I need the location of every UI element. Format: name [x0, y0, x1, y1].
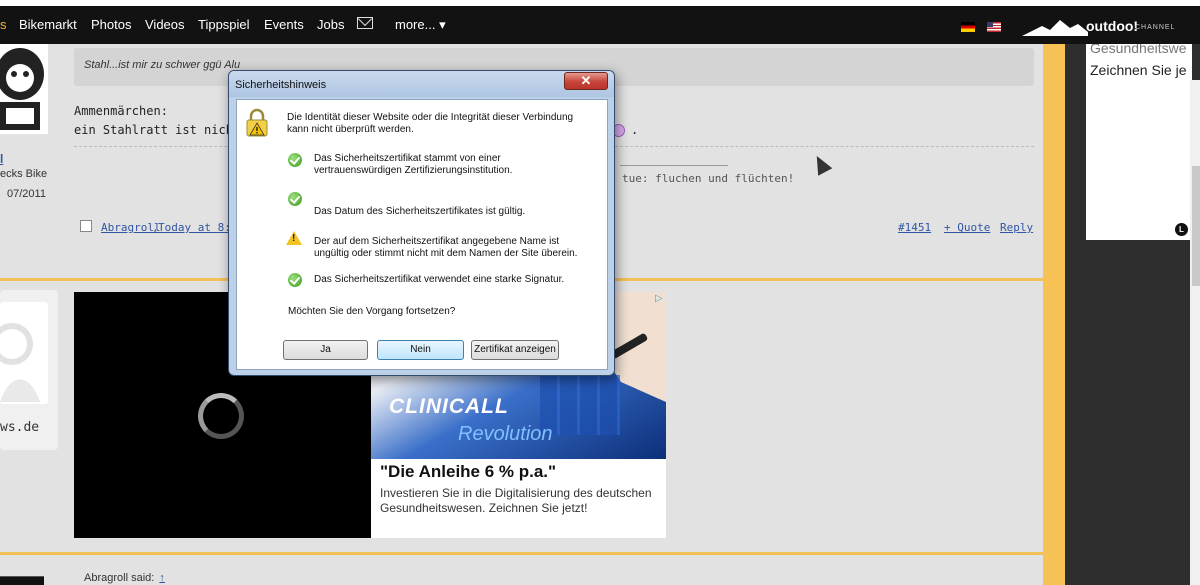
- dialog-item-4: Das Sicherheitszertifikat verwendet eine…: [314, 274, 565, 285]
- dialog-item-1-line-1: Das Sicherheitszertifikat stammt von ein…: [314, 153, 501, 164]
- user-bike: ecks Bike: [0, 168, 48, 180]
- username-link[interactable]: l: [0, 152, 3, 166]
- sidebar-badge-icon[interactable]: L: [1175, 223, 1188, 236]
- post-line-2-end: .: [631, 123, 639, 137]
- ad-tagline: Revolution: [458, 423, 553, 445]
- dialog-item-3-line-2: ungültig oder stimmt nicht mit dem Namen…: [314, 248, 578, 259]
- close-icon[interactable]: ✕: [564, 72, 608, 90]
- avatar[interactable]: [0, 302, 48, 404]
- adchoices-icon[interactable]: ▷: [655, 293, 665, 304]
- main-nav: s Bikemarkt Photos Videos Tippspiel Even…: [0, 6, 1200, 44]
- yes-button[interactable]: Ja: [283, 340, 368, 360]
- post-divider: [0, 552, 1043, 555]
- signature-rule: [620, 165, 728, 166]
- loading-spinner-icon: [198, 393, 244, 439]
- dialog-intro-line-2: kann nicht überprüft werden.: [287, 124, 414, 135]
- quote-text: Stahl...ist mir zu schwer ggü Alu: [84, 59, 241, 71]
- quote-author: Abragroll said:: [84, 572, 155, 584]
- lock-warning-icon: [246, 108, 268, 137]
- dialog-title: Sicherheitshinweis: [235, 79, 327, 91]
- post-time-link[interactable]: Today at 8:4: [158, 221, 237, 234]
- right-accent-strip: [1043, 44, 1065, 585]
- dialog-item-3-line-1: Der auf dem Sicherheitszertifikat angege…: [314, 236, 560, 247]
- nav-item-partial[interactable]: s: [0, 17, 7, 32]
- ad-brand: CLINICALL: [389, 395, 509, 418]
- us-flag-icon[interactable]: [987, 22, 1001, 32]
- scrollbar-thumb[interactable]: [1192, 166, 1200, 286]
- german-flag-icon[interactable]: [961, 22, 975, 32]
- avatar[interactable]: [0, 44, 48, 134]
- check-icon: [288, 273, 302, 287]
- check-icon: [288, 192, 302, 206]
- dialog-titlebar[interactable]: Sicherheitshinweis ✕: [229, 71, 614, 97]
- avatar[interactable]: [0, 576, 44, 585]
- nav-item-jobs[interactable]: Jobs: [317, 17, 344, 32]
- logo-subtext: CHANNEL: [1135, 24, 1176, 31]
- gorilla-avatar-icon: [0, 48, 44, 130]
- user-joined: 07/2011: [7, 188, 46, 200]
- dialog-item-1-line-2: vertrauenswürdigen Zertifizierungsinstit…: [314, 165, 513, 176]
- scrollbar-track[interactable]: [1190, 80, 1200, 585]
- quote-attribution: Abragroll said: ↑: [84, 572, 165, 584]
- dialog-intro-line-1: Die Identität dieser Website oder die In…: [287, 112, 574, 123]
- nav-more-menu[interactable]: more... ▾: [395, 17, 446, 33]
- select-post-checkbox[interactable]: [80, 220, 92, 232]
- sidebar-ad-text: Zeichnen Sie je: [1090, 62, 1187, 78]
- nav-item-photos[interactable]: Photos: [91, 17, 131, 32]
- ad-headline[interactable]: "Die Anleihe 6 % p.a.": [380, 462, 556, 482]
- warning-icon: [286, 231, 302, 245]
- reply-button[interactable]: Reply: [1000, 221, 1033, 234]
- dialog-question: Möchten Sie den Vorgang fortsetzen?: [288, 306, 456, 317]
- jump-to-quote-icon[interactable]: ↑: [159, 572, 165, 584]
- post-line-1: Ammenmärchen:: [74, 104, 168, 118]
- mountain-logo-icon: [1022, 20, 1088, 36]
- sidebar-ad-text-top: Gesundheitswe: [1090, 44, 1187, 56]
- nav-item-bikemarkt[interactable]: Bikemarkt: [19, 17, 77, 32]
- outdoor-channel-logo[interactable]: outdoo! CHANNEL: [1020, 14, 1180, 40]
- user-website[interactable]: ws.de: [0, 420, 39, 435]
- nav-item-videos[interactable]: Videos: [145, 17, 185, 32]
- post-number-link[interactable]: #1451: [898, 221, 931, 234]
- logo-text: outdoo!: [1086, 18, 1139, 34]
- mail-icon[interactable]: [357, 17, 373, 29]
- default-avatar-icon: [0, 323, 40, 402]
- view-certificate-button[interactable]: Zertifikat anzeigen: [471, 340, 559, 360]
- check-icon: [288, 153, 302, 167]
- ad-body-text[interactable]: Investieren Sie in die Digitalisierung d…: [380, 486, 660, 516]
- browser-page: s Bikemarkt Photos Videos Tippspiel Even…: [0, 0, 1200, 585]
- no-button[interactable]: Nein: [377, 340, 464, 360]
- quote-button[interactable]: + Quote: [944, 221, 990, 234]
- dialog-item-2: Das Datum des Sicherheitszertifikates is…: [314, 206, 526, 217]
- sidebar-ad[interactable]: Gesundheitswe Zeichnen Sie je: [1086, 44, 1192, 240]
- signature-text: tue: fluchen und flüchten!: [622, 172, 795, 185]
- nav-item-tippspiel[interactable]: Tippspiel: [198, 17, 250, 32]
- nav-item-events[interactable]: Events: [264, 17, 304, 32]
